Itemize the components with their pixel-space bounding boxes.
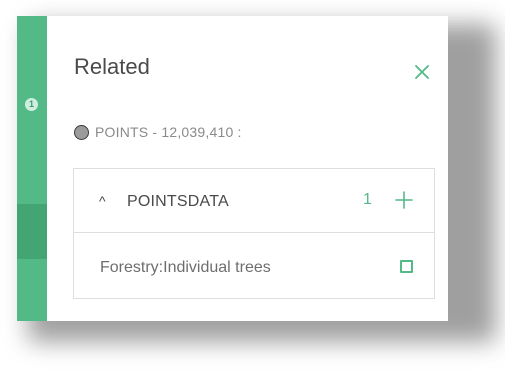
layer-swatch-icon <box>74 124 89 140</box>
layer-name: POINTS - 12,039,410 : <box>95 124 242 140</box>
screenshot: 1 Related POINTS - 12,039,410 : ^ POINTS… <box>0 0 505 373</box>
related-count: 1 <box>363 191 372 208</box>
step-indicator[interactable]: 1 <box>25 98 38 111</box>
left-rail: 1 <box>17 16 47 321</box>
related-table-name: POINTSDATA <box>127 193 229 210</box>
layer-row: POINTS - 12,039,410 : <box>74 122 242 142</box>
active-rail-section[interactable] <box>17 204 47 259</box>
related-feature-row[interactable]: Forestry:Individual trees <box>74 233 434 299</box>
chevron-up-icon[interactable]: ^ <box>99 193 106 209</box>
related-table-header[interactable]: ^ POINTSDATA 1 <box>74 169 434 233</box>
plus-icon[interactable] <box>392 188 416 212</box>
panel-title: Related <box>74 54 150 79</box>
related-panel: Related POINTS - 12,039,410 : ^ POINTSDA… <box>47 16 448 321</box>
feature-checkbox[interactable] <box>400 260 413 273</box>
feature-label: Forestry:Individual trees <box>100 259 271 276</box>
related-table-card: ^ POINTSDATA 1 Forestry:Individual trees <box>73 168 435 299</box>
close-icon[interactable] <box>410 60 434 84</box>
